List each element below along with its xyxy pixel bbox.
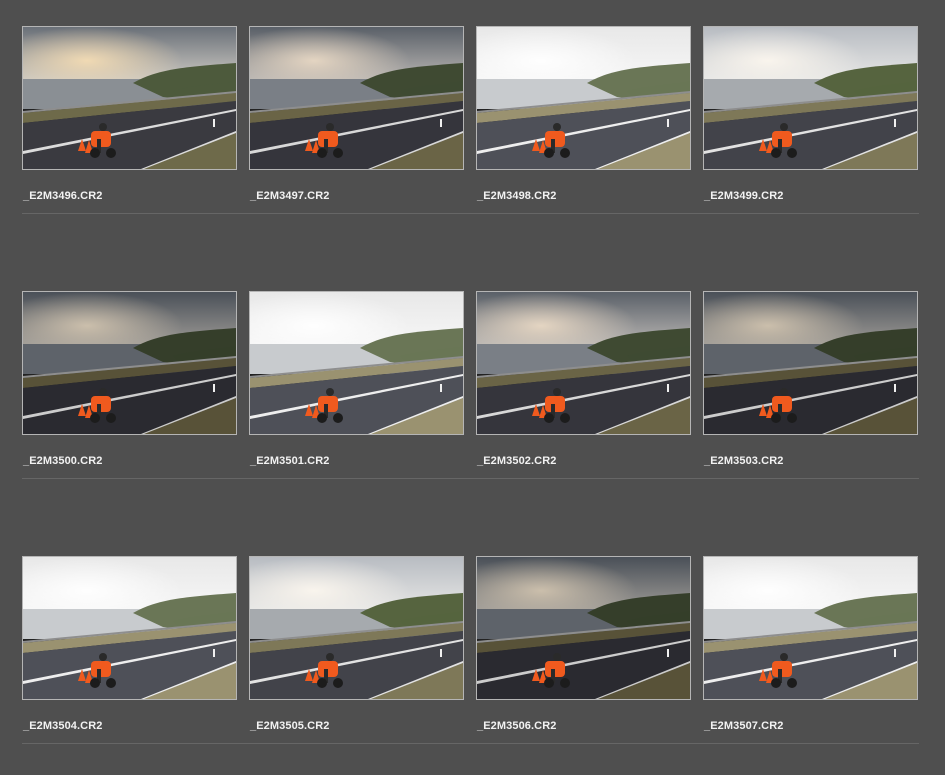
thumbnail-filename: _E2M3501.CR2 — [250, 455, 330, 467]
thumbnail-cell[interactable]: _E2M3506.CR2 — [476, 556, 691, 746]
thumbnail-row: _E2M3504.CR2 _E2M3505.CR2 _E2M3506.CR2 _… — [0, 556, 945, 756]
row-divider — [22, 213, 919, 214]
thumbnail-cell[interactable]: _E2M3497.CR2 — [249, 26, 464, 216]
thumbnail-image[interactable] — [703, 556, 918, 700]
thumbnail-image[interactable] — [476, 291, 691, 435]
thumbnail-cell[interactable]: _E2M3507.CR2 — [703, 556, 918, 746]
thumbnail-filename: _E2M3500.CR2 — [23, 455, 103, 467]
thumbnail-cell[interactable]: _E2M3503.CR2 — [703, 291, 918, 481]
thumbnail-cell[interactable]: _E2M3499.CR2 — [703, 26, 918, 216]
thumbnail-filename: _E2M3502.CR2 — [477, 455, 557, 467]
thumbnail-cell[interactable]: _E2M3502.CR2 — [476, 291, 691, 481]
thumbnail-image[interactable] — [22, 26, 237, 170]
thumbnail-image[interactable] — [249, 26, 464, 170]
thumbnail-cell[interactable]: _E2M3500.CR2 — [22, 291, 237, 481]
thumbnail-filename: _E2M3507.CR2 — [704, 720, 784, 732]
thumbnail-image[interactable] — [22, 291, 237, 435]
thumbnail-filename: _E2M3499.CR2 — [704, 190, 784, 202]
row-divider — [22, 478, 919, 479]
thumbnail-image[interactable] — [476, 26, 691, 170]
thumbnail-cell[interactable]: _E2M3496.CR2 — [22, 26, 237, 216]
thumbnail-grid: _E2M3496.CR2 _E2M3497.CR2 _E2M3498.CR2 _… — [0, 0, 945, 775]
thumbnail-cell[interactable]: _E2M3501.CR2 — [249, 291, 464, 481]
thumbnail-filename: _E2M3504.CR2 — [23, 720, 103, 732]
thumbnail-filename: _E2M3503.CR2 — [704, 455, 784, 467]
thumbnail-image[interactable] — [703, 26, 918, 170]
thumbnail-image[interactable] — [476, 556, 691, 700]
thumbnail-row: _E2M3496.CR2 _E2M3497.CR2 _E2M3498.CR2 _… — [0, 26, 945, 226]
thumbnail-filename: _E2M3498.CR2 — [477, 190, 557, 202]
thumbnail-filename: _E2M3496.CR2 — [23, 190, 103, 202]
thumbnail-image[interactable] — [22, 556, 237, 700]
thumbnail-filename: _E2M3506.CR2 — [477, 720, 557, 732]
row-divider — [22, 743, 919, 744]
thumbnail-filename: _E2M3505.CR2 — [250, 720, 330, 732]
thumbnail-cell[interactable]: _E2M3505.CR2 — [249, 556, 464, 746]
thumbnail-filename: _E2M3497.CR2 — [250, 190, 330, 202]
thumbnail-image[interactable] — [249, 291, 464, 435]
thumbnail-image[interactable] — [703, 291, 918, 435]
thumbnail-cell[interactable]: _E2M3504.CR2 — [22, 556, 237, 746]
thumbnail-cell[interactable]: _E2M3498.CR2 — [476, 26, 691, 216]
thumbnail-row: _E2M3500.CR2 _E2M3501.CR2 _E2M3502.CR2 _… — [0, 291, 945, 491]
thumbnail-image[interactable] — [249, 556, 464, 700]
